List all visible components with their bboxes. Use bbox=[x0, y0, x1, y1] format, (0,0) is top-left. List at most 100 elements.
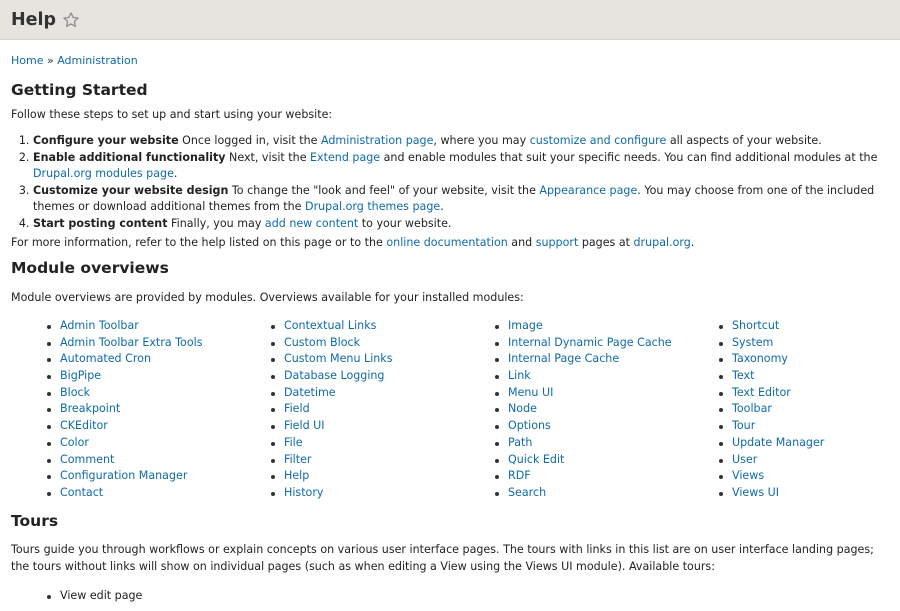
add-new-content-link[interactable]: add new content bbox=[265, 217, 358, 230]
module-link[interactable]: RDF bbox=[508, 469, 531, 482]
module-link[interactable]: Help bbox=[284, 469, 309, 482]
module-link[interactable]: Contextual Links bbox=[284, 319, 376, 332]
step-text: and enable modules that suit your specif… bbox=[380, 150, 878, 164]
module-link[interactable]: Configuration Manager bbox=[60, 469, 187, 482]
module-link[interactable]: Toolbar bbox=[732, 402, 772, 415]
module-link[interactable]: Path bbox=[508, 436, 532, 449]
getting-started-heading: Getting Started bbox=[11, 81, 148, 99]
step-title: Enable additional functionality bbox=[33, 150, 226, 164]
support-link[interactable]: support bbox=[536, 236, 579, 249]
list-item: View edit page bbox=[47, 588, 142, 605]
module-link[interactable]: Admin Toolbar bbox=[60, 319, 139, 332]
list-item: Automated Cron bbox=[47, 351, 271, 368]
module-column: Image Internal Dynamic Page Cache Intern… bbox=[495, 318, 719, 502]
step-text: To change the "look and feel" of your we… bbox=[228, 183, 540, 197]
list-item: Contact bbox=[47, 485, 271, 502]
list-item: Shortcut bbox=[719, 318, 900, 335]
list-item: Toolbar bbox=[719, 401, 900, 418]
module-overview-columns: Admin Toolbar Admin Toolbar Extra Tools … bbox=[47, 318, 900, 502]
module-link[interactable]: Block bbox=[60, 386, 90, 399]
module-link[interactable]: Breakpoint bbox=[60, 402, 120, 415]
module-link[interactable]: Update Manager bbox=[732, 436, 824, 449]
breadcrumb-admin-link[interactable]: Administration bbox=[57, 54, 138, 67]
list-item: Quick Edit bbox=[495, 452, 719, 469]
module-link[interactable]: Filter bbox=[284, 453, 311, 466]
list-item: Text Editor bbox=[719, 385, 900, 402]
drupal-modules-page-link[interactable]: Drupal.org modules page bbox=[33, 167, 174, 180]
module-link[interactable]: System bbox=[732, 336, 773, 349]
module-link[interactable]: Taxonomy bbox=[732, 352, 788, 365]
step-text: Next, visit the bbox=[225, 150, 311, 164]
module-link[interactable]: Internal Dynamic Page Cache bbox=[508, 336, 672, 349]
list-item: Menu UI bbox=[495, 385, 719, 402]
module-link[interactable]: Custom Menu Links bbox=[284, 352, 393, 365]
module-link[interactable]: Options bbox=[508, 419, 551, 432]
module-link[interactable]: Search bbox=[508, 486, 546, 499]
list-item: Comment bbox=[47, 452, 271, 469]
step-text: Once logged in, visit the bbox=[178, 134, 321, 147]
star-icon[interactable] bbox=[62, 11, 80, 29]
module-link[interactable]: Shortcut bbox=[732, 319, 779, 332]
appearance-page-link[interactable]: Appearance page bbox=[539, 184, 637, 197]
module-link[interactable]: Internal Page Cache bbox=[508, 352, 619, 365]
module-link[interactable]: History bbox=[284, 486, 323, 499]
list-item: Views UI bbox=[719, 485, 900, 502]
list-item: History bbox=[271, 485, 495, 502]
getting-started-steps: Configure your website Once logged in, v… bbox=[11, 133, 881, 233]
module-link[interactable]: Text Editor bbox=[732, 386, 791, 399]
list-item: Link bbox=[495, 368, 719, 385]
module-link[interactable]: Field UI bbox=[284, 419, 325, 432]
module-link[interactable]: BigPipe bbox=[60, 369, 101, 382]
module-link[interactable]: File bbox=[284, 436, 303, 449]
module-link[interactable]: Image bbox=[508, 319, 543, 332]
step-title: Configure your website bbox=[33, 134, 179, 147]
customize-configure-link[interactable]: customize and configure bbox=[530, 134, 667, 147]
info-text: and bbox=[507, 236, 536, 249]
module-link[interactable]: Automated Cron bbox=[60, 352, 151, 365]
list-item: Datetime bbox=[271, 385, 495, 402]
module-link[interactable]: Datetime bbox=[284, 386, 336, 399]
drupal-themes-page-link[interactable]: Drupal.org themes page bbox=[305, 200, 440, 213]
breadcrumb: Home » Administration bbox=[11, 54, 138, 67]
list-item: Tour bbox=[719, 418, 900, 435]
module-link[interactable]: Link bbox=[508, 369, 531, 382]
module-link[interactable]: Node bbox=[508, 402, 537, 415]
list-item: Update Manager bbox=[719, 435, 900, 452]
list-item: Search bbox=[495, 485, 719, 502]
page-header: Help bbox=[0, 0, 900, 40]
module-link[interactable]: Field bbox=[284, 402, 310, 415]
module-link[interactable]: Tour bbox=[732, 419, 755, 432]
module-link[interactable]: User bbox=[732, 453, 757, 466]
list-item: Internal Dynamic Page Cache bbox=[495, 335, 719, 352]
breadcrumb-home-link[interactable]: Home bbox=[11, 54, 43, 67]
module-link[interactable]: Menu UI bbox=[508, 386, 553, 399]
module-link[interactable]: Contact bbox=[60, 486, 103, 499]
module-link[interactable]: Views bbox=[732, 469, 764, 482]
step-item: Customize your website design To change … bbox=[33, 183, 881, 216]
module-link[interactable]: Quick Edit bbox=[508, 453, 564, 466]
list-item: Field UI bbox=[271, 418, 495, 435]
module-link[interactable]: Comment bbox=[60, 453, 114, 466]
extend-page-link[interactable]: Extend page bbox=[310, 151, 380, 164]
module-link[interactable]: Views UI bbox=[732, 486, 779, 499]
module-link[interactable]: Color bbox=[60, 436, 89, 449]
module-link[interactable]: Custom Block bbox=[284, 336, 360, 349]
list-item: Breakpoint bbox=[47, 401, 271, 418]
administration-page-link[interactable]: Administration page bbox=[321, 134, 433, 147]
online-documentation-link[interactable]: online documentation bbox=[386, 236, 507, 249]
module-link[interactable]: Database Logging bbox=[284, 369, 384, 382]
list-item: Contextual Links bbox=[271, 318, 495, 335]
module-link[interactable]: Admin Toolbar Extra Tools bbox=[60, 336, 203, 349]
step-text: . bbox=[173, 167, 178, 181]
module-link[interactable]: CKEditor bbox=[60, 419, 108, 432]
list-item: RDF bbox=[495, 468, 719, 485]
list-item: CKEditor bbox=[47, 418, 271, 435]
drupal-org-link[interactable]: drupal.org bbox=[634, 236, 691, 249]
tour-item: View edit page bbox=[60, 589, 143, 602]
list-item: Options bbox=[495, 418, 719, 435]
list-item: Views bbox=[719, 468, 900, 485]
list-item: Path bbox=[495, 435, 719, 452]
module-link[interactable]: Text bbox=[732, 369, 754, 382]
list-item: User bbox=[719, 452, 900, 469]
list-item: Node bbox=[495, 401, 719, 418]
